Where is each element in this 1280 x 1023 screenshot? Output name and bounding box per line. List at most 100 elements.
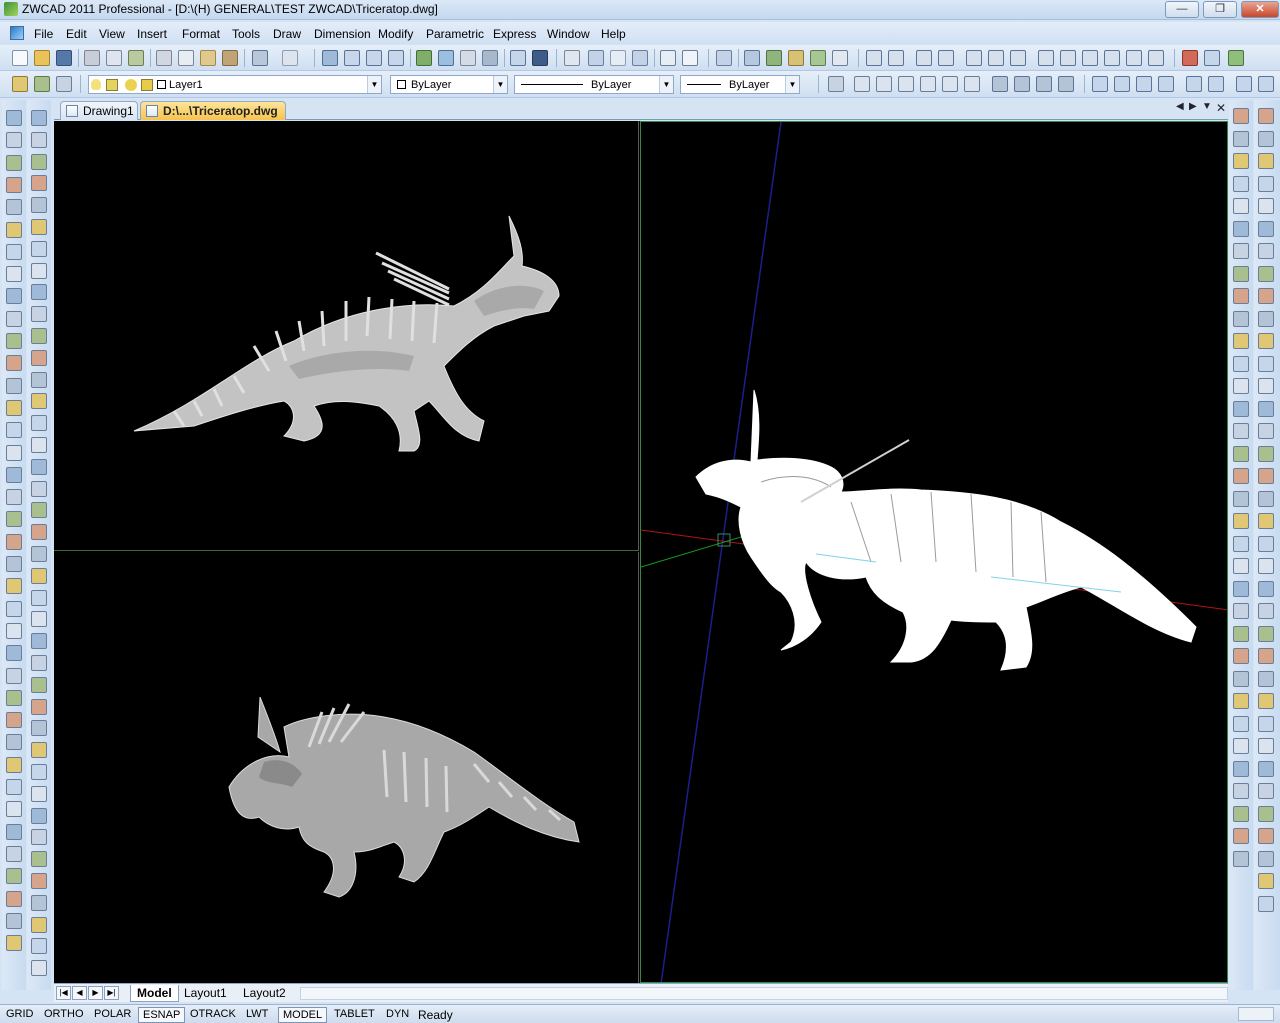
color-dropdown[interactable]: ByLayer ▼ <box>390 75 508 94</box>
cut-icon[interactable] <box>156 50 172 66</box>
solid-tool-icon[interactable] <box>1258 198 1274 214</box>
modify-tool-icon[interactable] <box>6 489 22 506</box>
solid-tool-icon[interactable] <box>1258 378 1274 394</box>
quick-dim-icon[interactable] <box>1010 50 1026 66</box>
modify-tool-icon[interactable] <box>6 377 22 394</box>
layer-dropdown[interactable]: Layer1 ▼ <box>88 75 382 94</box>
zoom-all-icon[interactable] <box>1236 76 1252 92</box>
linetype-dropdown[interactable]: ByLayer ▼ <box>514 75 674 94</box>
dim-linear-icon[interactable] <box>866 50 882 66</box>
solid-tool-icon[interactable] <box>1258 220 1274 237</box>
redo-icon[interactable] <box>282 50 298 66</box>
horizontal-scrollbar[interactable] <box>300 987 1228 1000</box>
dim-break-icon[interactable] <box>1104 50 1120 66</box>
solid-tool-icon[interactable] <box>1258 558 1274 574</box>
dimension-tool-icon[interactable] <box>1233 108 1249 124</box>
minimize-button[interactable]: — <box>1165 1 1199 18</box>
dim-continue-icon[interactable] <box>1060 50 1076 66</box>
zoom-extents-icon[interactable] <box>1258 76 1274 92</box>
draw-tool-icon[interactable] <box>31 458 47 475</box>
modify-tool-icon[interactable] <box>6 266 22 283</box>
next-layout-icon[interactable]: ▶ <box>88 986 103 1000</box>
tab-model[interactable]: Model <box>130 985 179 1002</box>
modify-tool-icon[interactable] <box>6 645 22 662</box>
zoom-window-icon[interactable] <box>1092 76 1108 92</box>
dim-angular-icon[interactable] <box>988 50 1004 66</box>
modify-tool-icon[interactable] <box>6 243 22 260</box>
dimension-tool-icon[interactable] <box>1233 378 1249 394</box>
draw-tool-icon[interactable] <box>31 197 47 214</box>
draw-tool-icon[interactable] <box>31 785 47 802</box>
dimension-tool-icon[interactable] <box>1233 535 1249 552</box>
solid-tool-icon[interactable] <box>1258 715 1274 732</box>
dimension-tool-icon[interactable] <box>1233 603 1249 619</box>
dimension-tool-icon[interactable] <box>1233 513 1249 529</box>
tab-layout2[interactable]: Layout2 <box>237 985 292 1002</box>
dim-diameter-icon[interactable] <box>966 50 982 66</box>
tab-triceratop[interactable]: D:\...\Triceratop.dwg <box>140 101 286 120</box>
snap-intersection-icon[interactable] <box>660 50 676 66</box>
solid-tool-icon[interactable] <box>1258 468 1274 484</box>
menu-draw[interactable]: Draw <box>273 27 301 41</box>
draw-tool-icon[interactable] <box>31 110 47 126</box>
zoom-previous-icon[interactable] <box>388 50 404 66</box>
dim-update-icon[interactable] <box>1204 50 1220 66</box>
viewport-bottom-left[interactable] <box>54 552 639 983</box>
solid-tool-icon[interactable] <box>1258 400 1274 417</box>
modify-tool-icon[interactable] <box>6 466 22 483</box>
help-icon[interactable] <box>532 50 548 66</box>
draw-tool-icon[interactable] <box>31 873 47 889</box>
dimension-tool-icon[interactable] <box>1233 558 1249 574</box>
toggle-otrack[interactable]: OTRACK <box>186 1007 240 1023</box>
tab-drawing1[interactable]: Drawing1 <box>60 101 138 120</box>
draw-tool-icon[interactable] <box>31 720 47 737</box>
dim-baseline-icon[interactable] <box>1038 50 1054 66</box>
modify-tool-icon[interactable] <box>6 221 22 238</box>
draw-tool-icon[interactable] <box>31 742 47 759</box>
snap-midpoint-icon[interactable] <box>632 50 648 66</box>
draw-tool-icon[interactable] <box>31 415 47 432</box>
paste-icon[interactable] <box>200 50 216 66</box>
dimension-tool-icon[interactable] <box>1233 648 1249 664</box>
view-back-icon[interactable] <box>942 76 958 92</box>
solid-tool-icon[interactable] <box>1258 760 1274 777</box>
dimension-tool-icon[interactable] <box>1233 715 1249 732</box>
dimension-tool-icon[interactable] <box>1233 220 1249 237</box>
draw-tool-icon[interactable] <box>31 698 47 715</box>
id-point-icon[interactable] <box>832 50 848 66</box>
draw-tool-icon[interactable] <box>31 851 47 868</box>
find-icon[interactable] <box>510 50 526 66</box>
dimension-tool-icon[interactable] <box>1233 198 1249 214</box>
undo-icon[interactable] <box>252 50 268 66</box>
toggle-grid[interactable]: GRID <box>2 1007 38 1023</box>
draw-tool-icon[interactable] <box>31 284 47 301</box>
modify-tool-icon[interactable] <box>6 756 22 773</box>
modify-tool-icon[interactable] <box>6 533 22 550</box>
draw-tool-icon[interactable] <box>31 676 47 693</box>
tab-layout1[interactable]: Layout1 <box>178 985 233 1002</box>
dim-ordinate-icon[interactable] <box>916 50 932 66</box>
dimension-tool-icon[interactable] <box>1233 783 1249 799</box>
dimension-tool-icon[interactable] <box>1233 805 1249 822</box>
draw-tool-icon[interactable] <box>31 306 47 323</box>
modify-tool-icon[interactable] <box>6 422 22 439</box>
dimension-tool-icon[interactable] <box>1233 333 1249 349</box>
properties-icon[interactable] <box>416 50 432 66</box>
dim-aligned-icon[interactable] <box>888 50 904 66</box>
solid-tool-icon[interactable] <box>1258 490 1274 507</box>
modify-tool-icon[interactable] <box>6 578 22 595</box>
draw-tool-icon[interactable] <box>31 894 47 911</box>
snap-endpoint-icon[interactable] <box>610 50 626 66</box>
tool-palettes-icon[interactable] <box>460 50 476 66</box>
lineweight-dropdown[interactable]: ByLayer ▼ <box>680 75 800 94</box>
solid-tool-icon[interactable] <box>1258 130 1274 147</box>
modify-tool-icon[interactable] <box>6 176 22 193</box>
view-sw-iso-icon[interactable] <box>964 76 980 92</box>
solid-tool-icon[interactable] <box>1258 243 1274 259</box>
save-icon[interactable] <box>56 50 72 66</box>
zoom-out-icon[interactable] <box>1208 76 1224 92</box>
modify-tool-icon[interactable] <box>6 912 22 929</box>
modify-tool-icon[interactable] <box>6 511 22 528</box>
solid-tool-icon[interactable] <box>1258 333 1274 349</box>
camera-icon[interactable] <box>1058 76 1074 92</box>
